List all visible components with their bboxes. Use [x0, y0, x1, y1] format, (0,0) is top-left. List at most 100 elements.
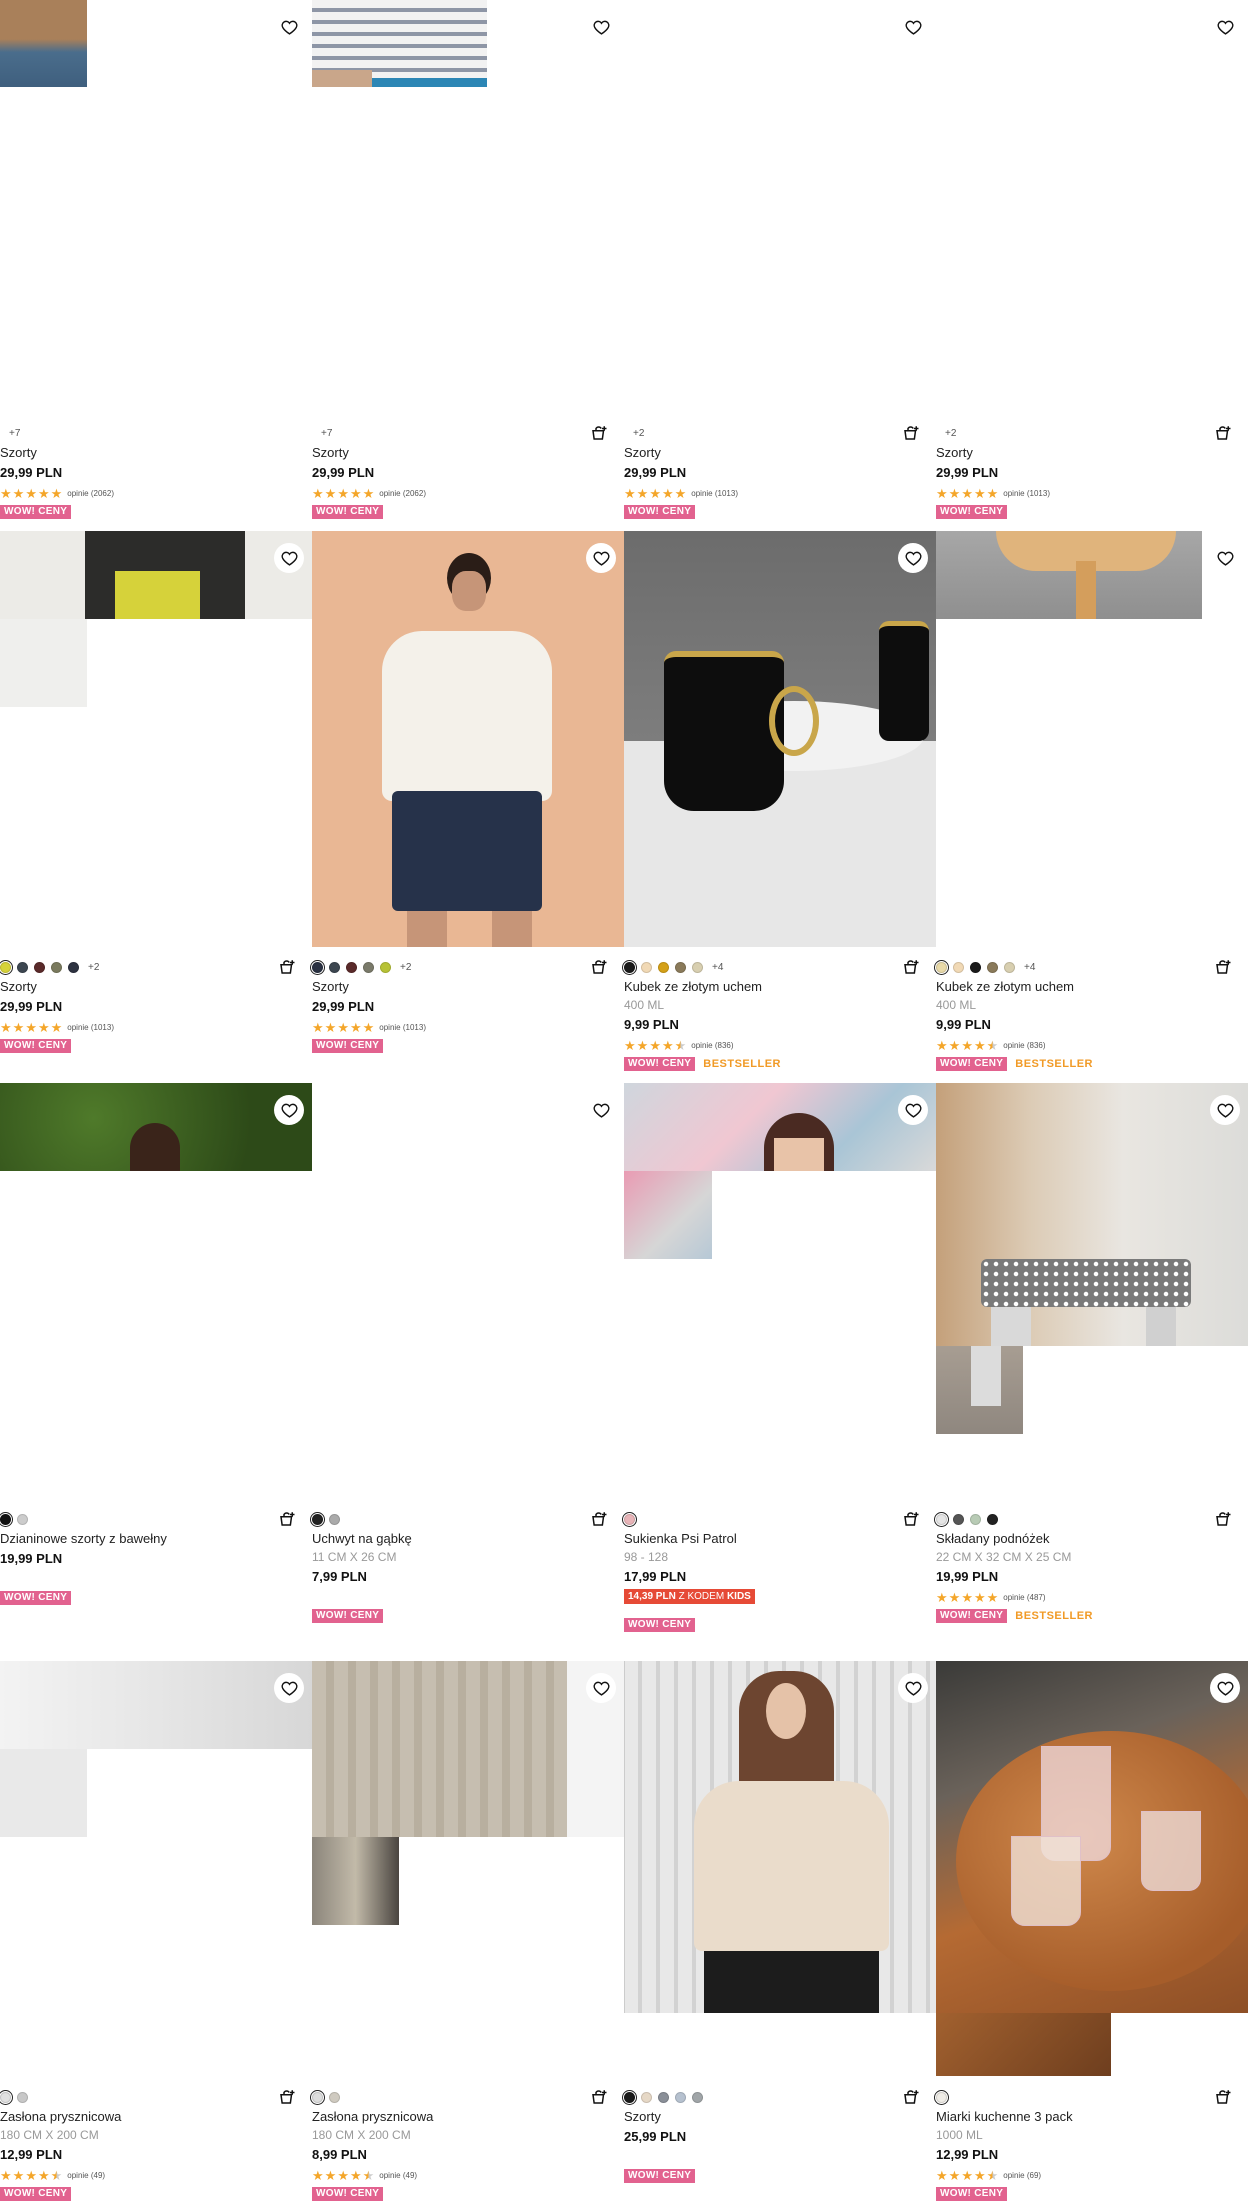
- color-swatch[interactable]: [987, 1513, 998, 1525]
- color-swatch[interactable]: [0, 959, 13, 975]
- color-swatch[interactable]: [987, 961, 998, 973]
- review-count[interactable]: opinie (2062): [67, 489, 114, 498]
- product-image[interactable]: [936, 1661, 1248, 2076]
- product-info[interactable]: Zasłona prysznicowa 180 CM X 200 CM 8,99 P…: [310, 2088, 624, 2202]
- wishlist-heart-icon[interactable]: [1210, 543, 1240, 573]
- product-image[interactable]: [312, 1083, 624, 1503]
- color-swatch[interactable]: [953, 1513, 964, 1525]
- color-swatch[interactable]: [329, 1513, 340, 1525]
- add-to-cart-icon[interactable]: [590, 2088, 608, 2106]
- review-count[interactable]: opinie (487): [1003, 1593, 1045, 1602]
- color-swatch[interactable]: [17, 1513, 28, 1525]
- color-swatch[interactable]: [51, 961, 62, 973]
- product-image[interactable]: [312, 1661, 624, 2081]
- color-swatch[interactable]: [953, 961, 964, 973]
- review-count[interactable]: opinie (49): [379, 2171, 417, 2180]
- add-to-cart-icon[interactable]: [1214, 1510, 1232, 1528]
- review-count[interactable]: opinie (836): [1003, 1041, 1045, 1050]
- product-info[interactable]: Szorty 25,99 PLN WOW! CENY: [622, 2088, 936, 2184]
- wishlist-heart-icon[interactable]: [1210, 1095, 1240, 1125]
- review-count[interactable]: opinie (1013): [691, 489, 738, 498]
- product-name[interactable]: Szorty: [624, 444, 936, 462]
- add-to-cart-icon[interactable]: [278, 1510, 296, 1528]
- review-count[interactable]: opinie (836): [691, 1041, 733, 1050]
- product-info[interactable]: +7 Szorty 29,99 PLN ★ ★ ★ ★ ★ opinie (2062) WOW! …: [312, 425, 624, 520]
- product-name[interactable]: Uchwyt na gąbkę: [312, 1530, 624, 1548]
- more-colors-label[interactable]: +2: [945, 428, 956, 439]
- add-to-cart-icon[interactable]: [590, 424, 608, 442]
- add-to-cart-icon[interactable]: [590, 1510, 608, 1528]
- product-info[interactable]: Uchwyt na gąbkę 11 CM X 26 CM 7,99 PLN WOW!…: [310, 1510, 624, 1624]
- color-swatch[interactable]: [641, 961, 652, 973]
- product-name[interactable]: Sukienka Psi Patrol: [624, 1530, 936, 1548]
- wishlist-heart-icon[interactable]: [1210, 1673, 1240, 1703]
- color-swatch[interactable]: [622, 959, 637, 975]
- color-swatch[interactable]: [658, 961, 669, 973]
- product-name[interactable]: Szorty: [312, 978, 624, 996]
- wishlist-heart-icon[interactable]: [274, 12, 304, 42]
- wishlist-heart-icon[interactable]: [274, 1095, 304, 1125]
- wishlist-heart-icon[interactable]: [274, 1673, 304, 1703]
- wishlist-heart-icon[interactable]: [586, 1095, 616, 1125]
- color-swatch[interactable]: [34, 961, 45, 973]
- more-colors-label[interactable]: +7: [321, 428, 332, 439]
- color-swatch[interactable]: [329, 961, 340, 973]
- color-swatch[interactable]: [346, 961, 357, 973]
- product-name[interactable]: Kubek ze złotym uchem: [624, 978, 936, 996]
- color-swatch[interactable]: [363, 961, 374, 973]
- product-name[interactable]: Szorty: [624, 2108, 936, 2126]
- color-swatch[interactable]: [622, 2089, 637, 2105]
- color-swatch[interactable]: [380, 961, 391, 973]
- review-count[interactable]: opinie (1013): [379, 1023, 426, 1032]
- color-swatch[interactable]: [675, 2091, 686, 2103]
- product-info[interactable]: Zasłona prysznicowa 180 CM X 200 CM 12,99 …: [0, 2089, 312, 2202]
- wishlist-heart-icon[interactable]: [898, 1095, 928, 1125]
- product-info[interactable]: Składany podnóżek 22 CM X 32 CM X 25 CM 19…: [934, 1510, 1248, 1624]
- review-count[interactable]: opinie (2062): [379, 489, 426, 498]
- color-swatch[interactable]: [934, 1511, 949, 1527]
- more-colors-label[interactable]: +2: [400, 962, 411, 973]
- product-image[interactable]: [0, 1661, 312, 2081]
- more-colors-label[interactable]: +2: [88, 962, 99, 973]
- color-swatch[interactable]: [622, 1511, 637, 1527]
- color-swatch[interactable]: [310, 2089, 325, 2105]
- product-name[interactable]: Szorty: [312, 444, 624, 462]
- add-to-cart-icon[interactable]: [902, 424, 920, 442]
- color-swatch[interactable]: [658, 2091, 669, 2103]
- product-image[interactable]: [0, 531, 312, 947]
- wishlist-heart-icon[interactable]: [586, 1673, 616, 1703]
- product-name[interactable]: Miarki kuchenne 3 pack: [936, 2108, 1248, 2126]
- color-swatch[interactable]: [970, 1513, 981, 1525]
- more-colors-label[interactable]: +4: [712, 962, 723, 973]
- more-colors-label[interactable]: +7: [9, 428, 20, 439]
- product-info[interactable]: Miarki kuchenne 3 pack 1000 ML 12,99 PLN ★ ★…: [934, 2088, 1248, 2202]
- wishlist-heart-icon[interactable]: [586, 543, 616, 573]
- product-name[interactable]: Składany podnóżek: [936, 1530, 1248, 1548]
- review-count[interactable]: opinie (49): [67, 2171, 105, 2180]
- product-image[interactable]: [936, 531, 1248, 947]
- product-image[interactable]: [0, 0, 312, 420]
- color-swatch[interactable]: [692, 2091, 703, 2103]
- wishlist-heart-icon[interactable]: [1210, 12, 1240, 42]
- product-image[interactable]: [312, 531, 624, 947]
- color-swatch[interactable]: [68, 961, 79, 973]
- color-swatch[interactable]: [0, 2089, 13, 2105]
- color-swatch[interactable]: [0, 1511, 13, 1527]
- wishlist-heart-icon[interactable]: [898, 543, 928, 573]
- product-info[interactable]: +2 Szorty 29,99 PLN ★ ★ ★ ★ ★ opinie (1013) WOW! …: [310, 959, 624, 1054]
- review-count[interactable]: opinie (1013): [1003, 489, 1050, 498]
- color-swatch[interactable]: [934, 959, 949, 975]
- review-count[interactable]: opinie (69): [1003, 2171, 1041, 2180]
- add-to-cart-icon[interactable]: [1214, 958, 1232, 976]
- color-swatch[interactable]: [17, 961, 28, 973]
- product-image[interactable]: [312, 0, 624, 420]
- wishlist-heart-icon[interactable]: [898, 1673, 928, 1703]
- add-to-cart-icon[interactable]: [902, 2088, 920, 2106]
- product-name[interactable]: Zasłona prysznicowa: [312, 2108, 624, 2126]
- wishlist-heart-icon[interactable]: [274, 543, 304, 573]
- add-to-cart-icon[interactable]: [1214, 2088, 1232, 2106]
- color-swatch[interactable]: [692, 961, 703, 973]
- product-name[interactable]: Kubek ze złotym uchem: [936, 978, 1248, 996]
- color-swatch[interactable]: [17, 2091, 28, 2103]
- add-to-cart-icon[interactable]: [1214, 424, 1232, 442]
